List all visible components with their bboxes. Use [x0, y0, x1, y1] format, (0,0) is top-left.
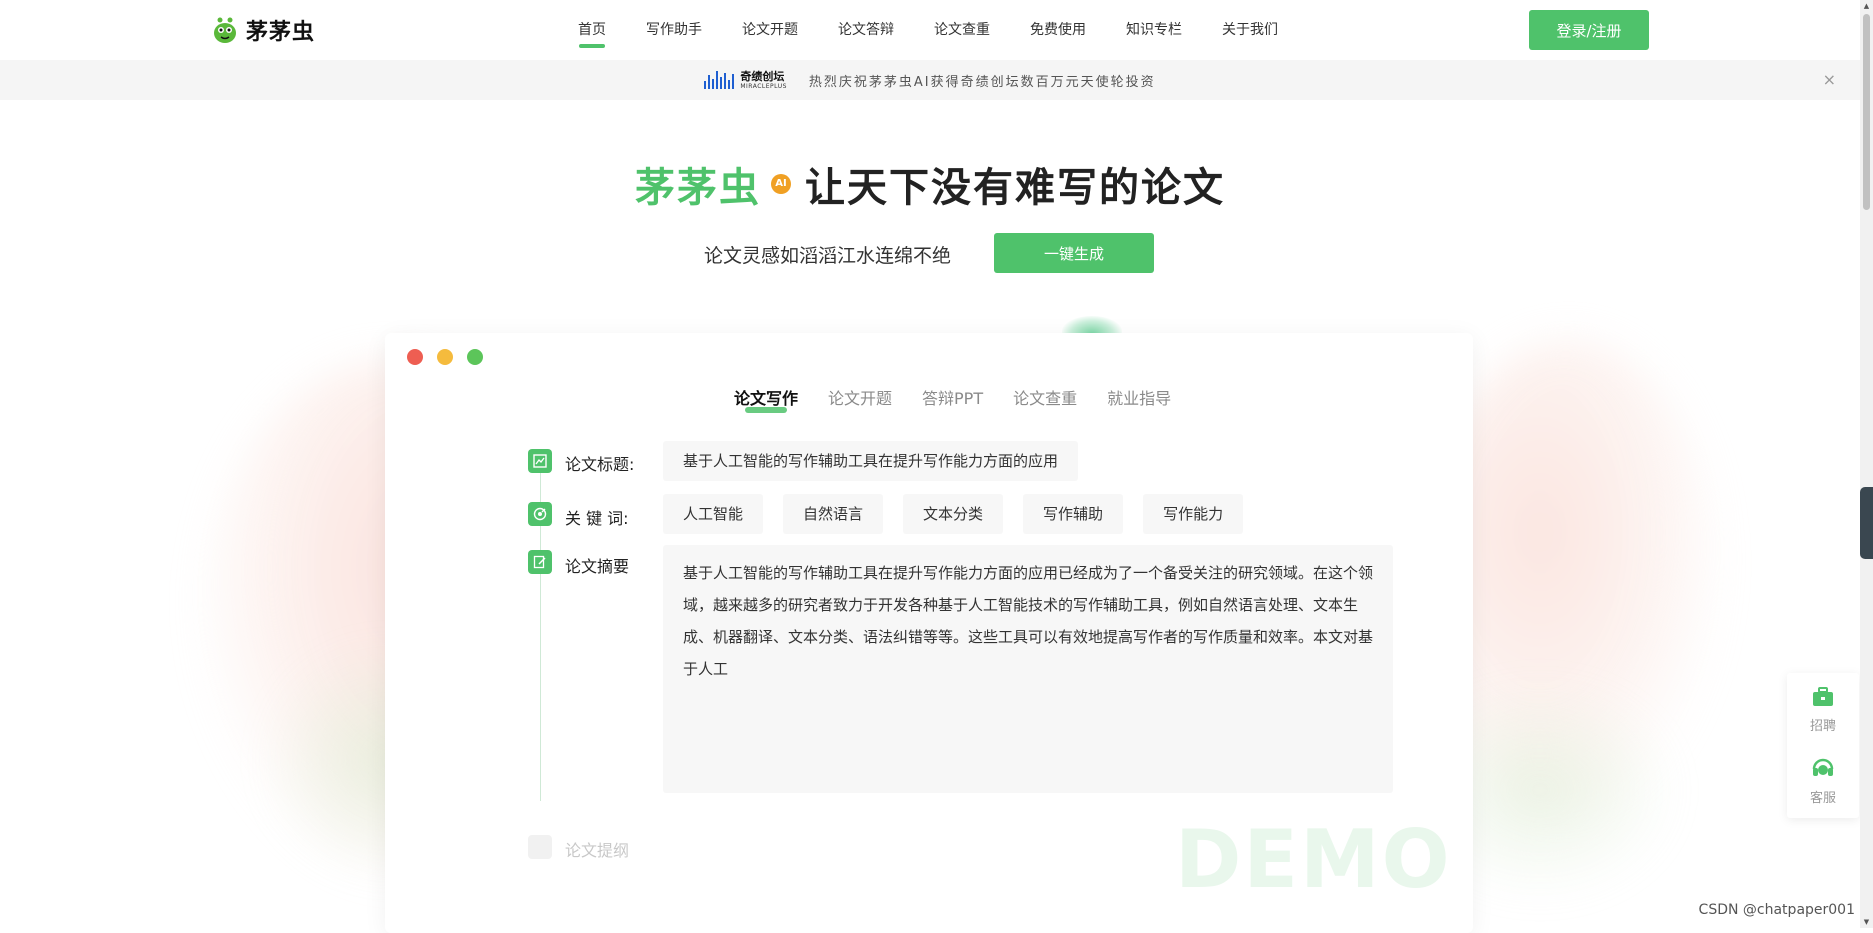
customer-service-button[interactable]: 客服 — [1787, 757, 1859, 806]
logo[interactable]: 茅茅虫 — [212, 14, 315, 46]
top-header: 茅茅虫 首页 写作助手 论文开题 论文答辩 论文查重 免费使用 知识专栏 关于我… — [0, 0, 1860, 60]
keyword-chip: 文本分类 — [903, 494, 1004, 534]
image-icon — [528, 449, 552, 473]
miracleplus-bars-icon — [704, 71, 735, 89]
side-widget-tab[interactable] — [1860, 487, 1873, 559]
thesis-title-label: 论文标题: — [565, 455, 635, 474]
demo-window: 论文写作 论文开题 答辩PPT 论文查重 就业指导 论文标题: 基于人工智能的写… — [385, 333, 1473, 933]
close-icon[interactable]: × — [1823, 70, 1836, 89]
keyword-chip: 写作能力 — [1143, 494, 1244, 534]
window-controls — [407, 349, 483, 365]
headset-icon — [1812, 758, 1834, 776]
briefcase-icon — [1813, 687, 1833, 706]
target-icon — [528, 502, 552, 526]
scroll-thumb[interactable] — [1863, 14, 1870, 210]
tab-career-guidance[interactable]: 就业指导 — [1092, 385, 1186, 409]
tab-defense-ppt[interactable]: 答辩PPT — [907, 385, 998, 409]
one-click-generate-button[interactable]: 一键生成 — [994, 233, 1154, 273]
keyword-chip: 人工智能 — [663, 494, 764, 534]
outline-icon — [528, 835, 552, 859]
page-scrollbar[interactable]: ▲ ▼ — [1860, 0, 1873, 928]
keyword-chip: 写作辅助 — [1023, 494, 1124, 534]
thesis-title-value: 基于人工智能的写作辅助工具在提升写作能力方面的应用 — [663, 441, 1079, 481]
miracleplus-en: MIRACLEPLUS — [740, 82, 787, 90]
announcement-bar: 奇绩创坛 MIRACLEPLUS 热烈庆祝茅茅虫AI获得奇绩创坛数百万元天使轮投… — [0, 60, 1860, 100]
tab-proposal[interactable]: 论文开题 — [813, 385, 907, 409]
miracleplus-logo: 奇绩创坛 MIRACLEPLUS — [704, 71, 787, 90]
scroll-up-arrow-icon[interactable]: ▲ — [1860, 0, 1873, 12]
window-minimize-dot — [437, 349, 453, 365]
scroll-down-arrow-icon[interactable]: ▼ — [1860, 916, 1873, 928]
demo-tabs: 论文写作 论文开题 答辩PPT 论文查重 就业指导 — [719, 385, 1186, 413]
recruit-label: 招聘 — [1809, 719, 1836, 734]
nav-item-home[interactable]: 首页 — [558, 0, 626, 60]
nav-item-plagiarism-check[interactable]: 论文查重 — [914, 0, 1010, 60]
csdn-watermark: CSDN @chatpaper001 — [1698, 902, 1855, 918]
recruit-button[interactable]: 招聘 — [1787, 687, 1859, 734]
outline-label: 论文提纲 — [565, 841, 630, 860]
tab-thesis-writing[interactable]: 论文写作 — [719, 385, 813, 413]
miracleplus-cn: 奇绩创坛 — [740, 69, 785, 83]
nav-item-defense[interactable]: 论文答辩 — [818, 0, 914, 60]
nav-item-proposal[interactable]: 论文开题 — [722, 0, 818, 60]
keyword-chip: 自然语言 — [783, 494, 884, 534]
login-register-button[interactable]: 登录/注册 — [1529, 10, 1649, 50]
abstract-label: 论文摘要 — [565, 557, 630, 576]
nav-item-knowledge[interactable]: 知识专栏 — [1106, 0, 1202, 60]
demo-watermark: DEMO — [1175, 813, 1452, 906]
nav-item-about[interactable]: 关于我们 — [1202, 0, 1298, 60]
main-nav: 首页 写作助手 论文开题 论文答辩 论文查重 免费使用 知识专栏 关于我们 — [558, 0, 1298, 60]
tab-plagiarism-check[interactable]: 论文查重 — [998, 385, 1092, 409]
caterpillar-logo-icon — [214, 17, 236, 43]
floating-service-panel: 招聘 客服 — [1787, 673, 1859, 818]
hero-brand: 茅茅虫 — [635, 165, 761, 211]
service-label: 客服 — [1809, 791, 1836, 806]
window-maximize-dot — [467, 349, 483, 365]
hero-subtitle: 论文灵感如滔滔江水连绵不绝 — [704, 245, 952, 267]
edit-icon — [528, 550, 552, 574]
nav-item-free-use[interactable]: 免费使用 — [1010, 0, 1106, 60]
announcement-text[interactable]: 热烈庆祝茅茅虫AI获得奇绩创坛数百万元天使轮投资 — [809, 71, 1156, 90]
nav-item-writing-assistant[interactable]: 写作助手 — [626, 0, 722, 60]
window-close-dot — [407, 349, 423, 365]
keywords-label: 关 键 词: — [565, 509, 629, 528]
logo-text: 茅茅虫 — [246, 20, 316, 45]
ai-badge: AI — [771, 174, 791, 194]
hero-slogan: 让天下没有难写的论文 — [805, 165, 1225, 211]
keyword-list: 人工智能 自然语言 文本分类 写作辅助 写作能力 — [663, 494, 1244, 534]
hero-title: 茅茅虫 AI 让天下没有难写的论文 — [0, 155, 1860, 213]
abstract-text: 基于人工智能的写作辅助工具在提升写作能力方面的应用已经成为了一个备受关注的研究领… — [663, 545, 1393, 793]
